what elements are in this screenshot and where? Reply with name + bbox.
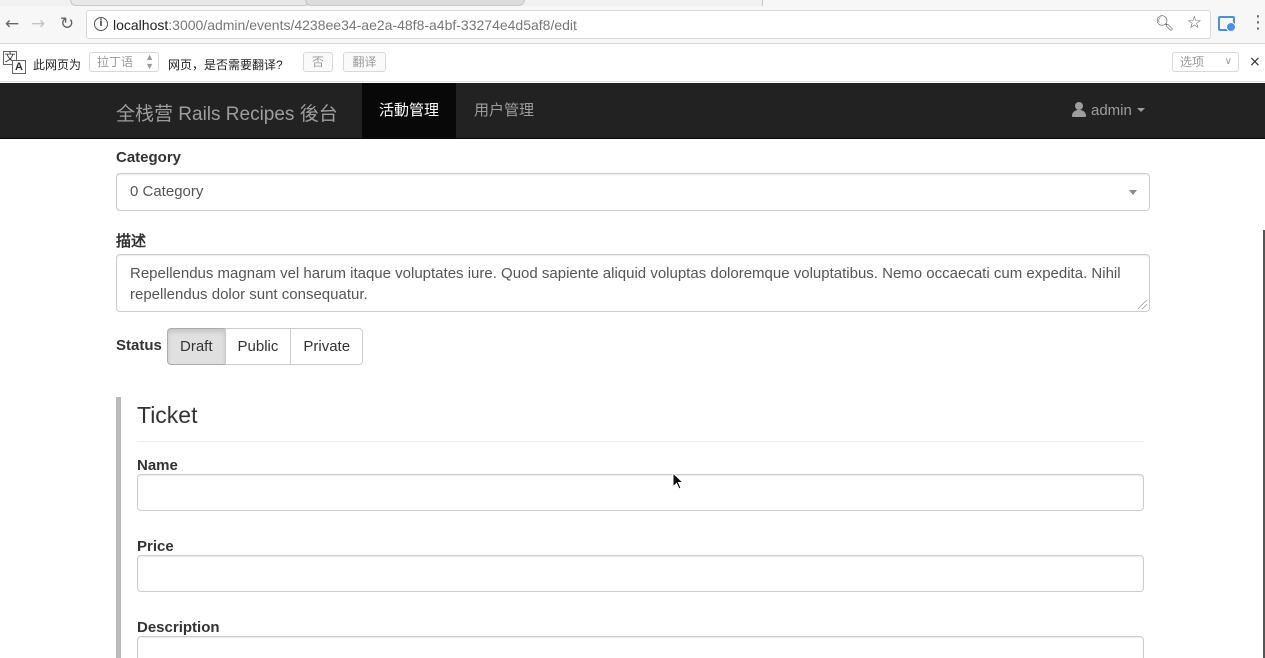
ticket-description-input[interactable] <box>137 636 1144 658</box>
select-arrows-icon: ▲ ▼ <box>145 52 154 71</box>
category-select[interactable]: 0 Category <box>116 173 1150 211</box>
menu-icon[interactable]: ⋮ <box>1249 12 1265 34</box>
resize-handle-icon[interactable] <box>1138 300 1147 309</box>
ticket-panel: Ticket Name Price Description <box>116 397 1150 658</box>
description-value: Repellendus magnam vel harum itaque volu… <box>130 265 1121 303</box>
category-value: 0 Category <box>130 183 204 200</box>
language-select[interactable]: 拉丁语 ▲ ▼ <box>89 52 159 72</box>
status-draft-button[interactable]: Draft <box>167 328 226 365</box>
chevron-down-icon: ∨ <box>1224 56 1232 67</box>
ticket-name-input[interactable] <box>137 474 1144 511</box>
options-label: 选项 <box>1180 55 1205 69</box>
divider <box>137 441 1144 442</box>
star-icon[interactable]: ☆ <box>1187 13 1202 33</box>
url-host: localhost <box>113 17 169 33</box>
forward-icon[interactable]: → <box>27 13 49 35</box>
info-icon[interactable]: i <box>94 17 108 31</box>
url-path: :3000/admin/events/4238ee34-ae2a-48f8-a4… <box>168 17 577 33</box>
description-textarea[interactable]: Repellendus magnam vel harum itaque volu… <box>116 254 1150 312</box>
description-label: 描述 <box>116 233 147 250</box>
main-content: Category 0 Category 描述 Repellendus magna… <box>0 139 1265 658</box>
address-bar[interactable]: i localhost:3000/admin/events/4238ee34-a… <box>86 10 1211 39</box>
ticket-price-input[interactable] <box>137 555 1144 592</box>
back-icon[interactable]: ← <box>1 13 23 35</box>
status-private-button[interactable]: Private <box>290 328 364 365</box>
ticket-description-label: Description <box>137 619 220 636</box>
nav-item-users[interactable]: 用户管理 <box>457 83 551 138</box>
ticket-price-label: Price <box>137 538 174 555</box>
url-text[interactable]: localhost:3000/admin/events/4238ee34-ae2… <box>113 17 577 33</box>
user-icon <box>1072 102 1086 117</box>
close-icon[interactable]: × <box>1249 54 1261 70</box>
status-public-button[interactable]: Public <box>224 328 292 365</box>
reload-icon[interactable]: ↻ <box>56 13 78 35</box>
nav-item-events[interactable]: 活動管理 <box>362 83 457 138</box>
mouse-cursor-icon <box>672 472 684 490</box>
language-value: 拉丁语 <box>97 55 134 69</box>
chevron-down-icon <box>1129 190 1137 195</box>
caret-down-icon <box>1136 108 1145 112</box>
user-menu[interactable]: admin <box>1072 83 1145 138</box>
translate-question: 网页，是否需要翻译? <box>168 58 283 72</box>
translate-bar: 文 A 此网页为 拉丁语 ▲ ▼ 网页，是否需要翻译? 否 翻译 选项 ∨ × <box>0 45 1265 82</box>
status-label: Status <box>116 337 162 354</box>
browser-toolbar: ← → ↻ i localhost:3000/admin/events/4238… <box>0 6 1265 44</box>
brand-link[interactable]: 全栈营 Rails Recipes 後台 <box>116 99 338 126</box>
translate-icon-glyph-b: A <box>12 60 26 74</box>
extension-icon[interactable] <box>1218 16 1236 32</box>
status-button-group: Draft Public Private <box>167 328 364 365</box>
ticket-name-label: Name <box>137 457 178 474</box>
ticket-title: Ticket <box>137 402 198 428</box>
category-label: Category <box>116 149 182 166</box>
translate-button[interactable]: 翻译 <box>343 52 386 72</box>
translate-icon: 文 A <box>3 51 27 75</box>
translate-prefix: 此网页为 <box>33 58 82 72</box>
options-select[interactable]: 选项 ∨ <box>1172 52 1239 72</box>
no-button[interactable]: 否 <box>303 52 333 72</box>
zoom-icon[interactable]: 🔍︎ <box>1155 14 1174 32</box>
app-navbar: 全栈营 Rails Recipes 後台 活動管理 用户管理 admin <box>0 83 1265 139</box>
user-name: admin <box>1091 102 1132 119</box>
